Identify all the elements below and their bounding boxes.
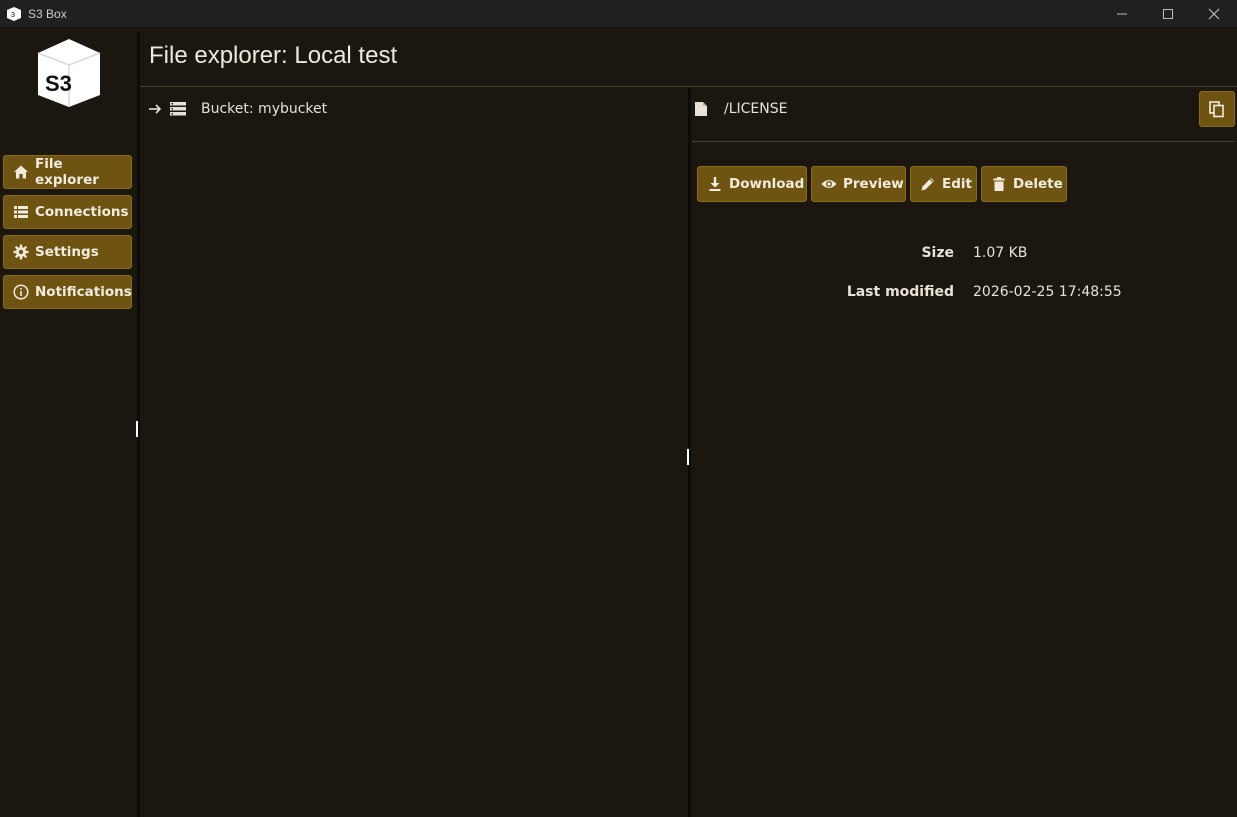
selected-file: /LICENSE [694,98,787,120]
eye-icon [821,176,837,192]
delete-button[interactable]: Delete [981,166,1067,202]
splitter-cursor [136,421,138,437]
window-title: S3 Box [28,7,67,21]
download-label: Download [729,176,804,192]
arrow-right-icon[interactable] [147,101,163,117]
tree-item-bucket[interactable]: Bucket: mybucket [147,98,327,120]
size-value: 1.07 KB [973,245,1027,261]
file-icon [694,101,708,117]
nav-file-explorer[interactable]: File explorer [3,155,132,189]
close-button[interactable] [1191,0,1237,27]
last-modified-label: Last modified [754,284,954,300]
preview-label: Preview [843,176,904,192]
logo-text: S3 [45,71,72,96]
nav-connections[interactable]: Connections [3,195,132,229]
size-label: Size [754,245,954,261]
window-titlebar: 3 S3 Box [0,0,1237,27]
download-button[interactable]: Download [697,166,807,202]
s3-box-logo: S3 [36,37,102,109]
file-path: /LICENSE [724,101,787,117]
sidebar: S3 File explorer Connections [0,27,138,817]
gear-icon [13,244,29,260]
minimize-button[interactable] [1099,0,1145,27]
nav-connections-label: Connections [35,204,129,220]
nav-notifications-label: Notifications [35,284,132,300]
svg-text:3: 3 [11,12,15,19]
details-divider [692,141,1235,142]
app-logo-icon: 3 [6,6,22,22]
home-icon [13,164,29,180]
splitter-cursor [687,449,689,465]
info-icon [13,284,29,300]
edit-button[interactable]: Edit [910,166,977,202]
close-icon [1208,8,1220,20]
pencil-icon [920,176,936,192]
bucket-label: Bucket: mybucket [201,101,327,117]
list-icon [13,204,29,220]
bucket-icon [169,101,187,117]
last-modified-value: 2026-02-25 17:48:55 [973,284,1122,300]
copy-path-button[interactable] [1199,91,1235,127]
delete-label: Delete [1013,176,1063,192]
edit-label: Edit [942,176,972,192]
page-title: File explorer: Local test [149,42,397,70]
maximize-button[interactable] [1145,0,1191,27]
nav-settings-label: Settings [35,244,99,260]
download-icon [707,176,723,192]
minimize-icon [1116,8,1128,20]
preview-button[interactable]: Preview [811,166,906,202]
nav-notifications[interactable]: Notifications [3,275,132,309]
window-controls [1099,0,1237,27]
maximize-icon [1162,8,1174,20]
nav-settings[interactable]: Settings [3,235,132,269]
copy-icon [1208,100,1226,118]
nav-file-explorer-label: File explorer [35,156,131,188]
header-divider [140,86,1237,87]
trash-icon [991,176,1007,192]
